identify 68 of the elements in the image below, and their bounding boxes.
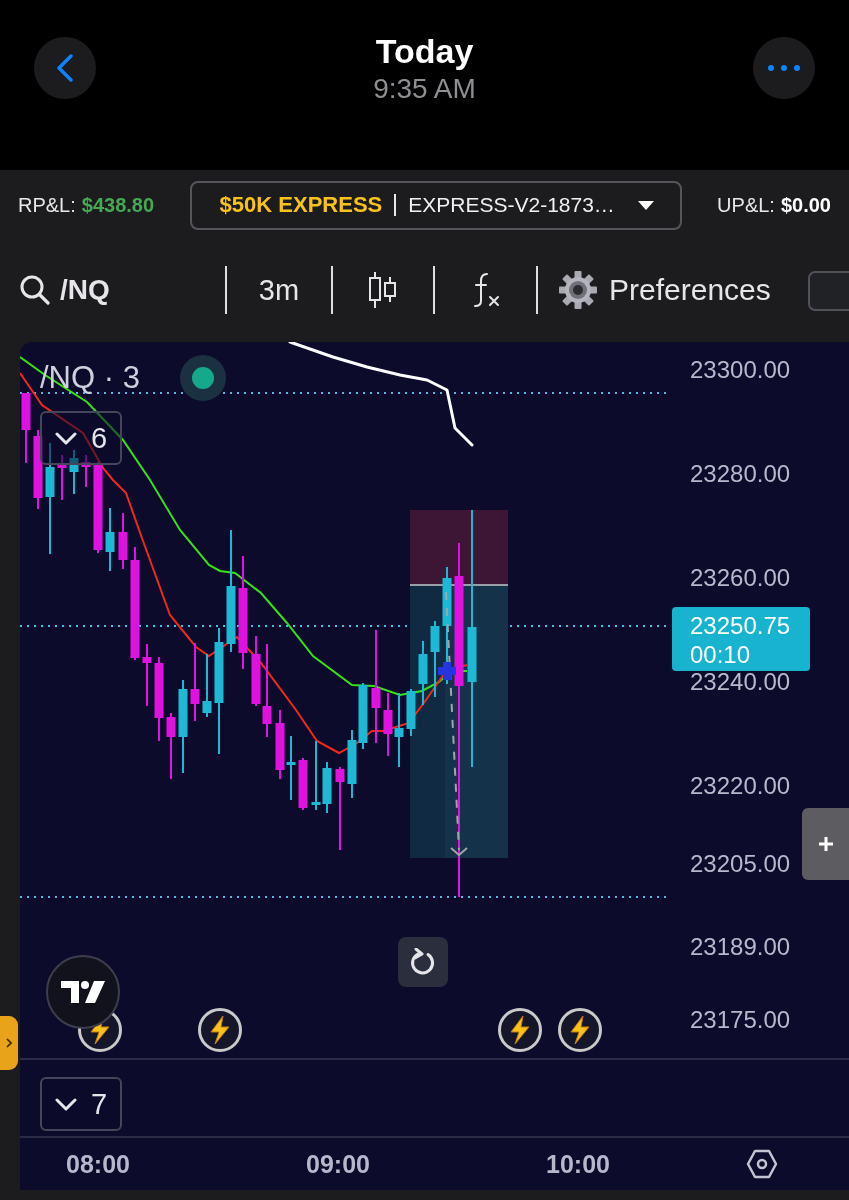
price-label: 23240.00 — [690, 668, 791, 696]
candle — [21, 392, 31, 464]
plus-icon — [818, 837, 833, 851]
candle — [251, 635, 261, 707]
status-dot-icon — [180, 355, 226, 401]
checkbox[interactable] — [808, 271, 849, 311]
reset-button[interactable] — [398, 937, 448, 987]
account-name: $50K EXPRESS — [219, 192, 383, 218]
candle — [406, 688, 416, 737]
candle — [418, 640, 428, 706]
price-label: 23280.00 — [690, 460, 791, 488]
account-id: EXPRESS-V2-1873… — [408, 193, 615, 217]
candle — [383, 692, 393, 757]
candle — [347, 729, 357, 799]
interval-button[interactable]: 3m — [227, 265, 331, 315]
header-title: Today — [375, 31, 474, 71]
account-dropdown[interactable]: $50K EXPRESS EXPRESS-V2-1873… — [189, 180, 682, 230]
caret-icon — [637, 200, 654, 210]
time-label: 10:00 — [545, 1149, 611, 1179]
candle — [166, 712, 176, 780]
candle — [311, 740, 321, 811]
lightning-icon[interactable] — [198, 1008, 242, 1052]
price-label: 23189.00 — [690, 933, 791, 962]
candle — [57, 454, 67, 501]
last-price: 23250.75 — [690, 611, 792, 641]
price-label: 23260.00 — [690, 564, 791, 592]
candle — [322, 761, 332, 814]
add-button[interactable] — [802, 808, 849, 880]
chevron-down-icon — [54, 1097, 77, 1111]
chevron-down-icon — [54, 431, 77, 445]
candlestick-icon — [368, 272, 398, 308]
gear-icon — [559, 271, 597, 309]
search-icon — [20, 275, 50, 305]
cross-marker-icon — [438, 662, 456, 680]
candle — [286, 735, 296, 801]
candle — [69, 449, 79, 495]
candle — [118, 512, 128, 570]
chevron-right-icon — [6, 1038, 12, 1048]
price-label: 23175.00 — [690, 1006, 791, 1034]
price-label: 23300.00 — [690, 356, 791, 384]
time-label: 08:00 — [65, 1149, 131, 1179]
reset-icon — [410, 948, 436, 976]
price-label: 23205.00 — [690, 850, 791, 878]
lightning-icon[interactable] — [498, 1008, 542, 1052]
candle — [298, 757, 308, 811]
indicators-toggle[interactable]: 6 — [40, 411, 122, 465]
back-icon — [57, 54, 73, 82]
candle — [202, 653, 212, 718]
unrealized-pnl-label: UP&L: — [717, 193, 775, 217]
more-icon — [768, 65, 800, 71]
hexagon-icon[interactable] — [746, 1149, 778, 1179]
side-panel-tab[interactable] — [0, 1016, 18, 1070]
candle — [142, 643, 152, 707]
time-label: 09:00 — [305, 1149, 371, 1179]
lightning-icon[interactable] — [558, 1008, 602, 1052]
candle — [81, 454, 91, 488]
candle — [105, 507, 115, 572]
preferences-button[interactable]: Preferences — [538, 265, 771, 315]
header-time: 9:35 AM — [373, 73, 476, 105]
realized-pnl-value: $438.80 — [81, 193, 155, 217]
candle — [358, 682, 368, 750]
symbol-search-button[interactable]: /NQ — [20, 265, 225, 315]
candle — [275, 709, 285, 780]
indicators-toggle[interactable]: 7 — [40, 1077, 122, 1131]
realized-pnl-label: RP&L: — [18, 193, 76, 217]
price-label: 23220.00 — [690, 772, 791, 800]
unrealized-pnl-value: $0.00 — [780, 193, 831, 217]
countdown: 00:10 — [690, 640, 752, 670]
